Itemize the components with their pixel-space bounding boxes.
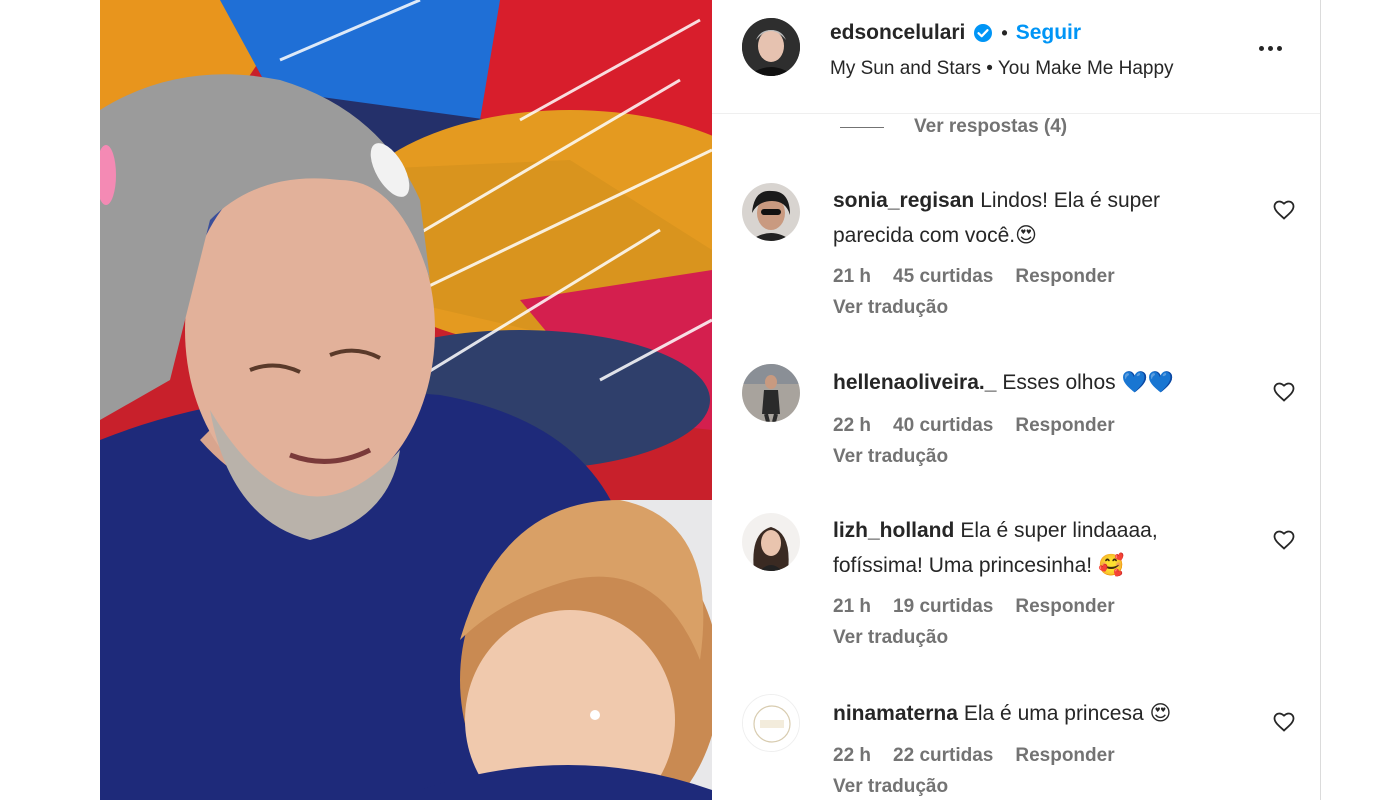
comment-username[interactable]: sonia_regisan [833,189,974,212]
like-heart-icon[interactable] [1272,528,1296,552]
comments-panel: edsoncelulari • Seguir My Sun and Stars … [712,0,1321,800]
comment-text: ninamaterna Ela é uma princesa 😍 [833,696,1223,731]
comment-likes[interactable]: 45 curtidas [893,266,993,288]
commenter-avatar[interactable] [742,183,800,241]
reply-button[interactable]: Responder [1015,415,1114,437]
comment-emoji: 😍 [1015,223,1037,247]
post-header: edsoncelulari • Seguir My Sun and Stars … [712,0,1320,114]
separator-dot: • [1001,22,1008,43]
view-replies-label: Ver respostas (4) [914,116,1068,137]
comment-emoji: 🥰 [1097,553,1125,577]
replies-divider [840,126,884,128]
comment-emoji: 💙💙 [1121,370,1174,394]
like-heart-icon[interactable] [1272,198,1296,222]
see-translation-button[interactable]: Ver tradução [833,776,948,798]
comment-time[interactable]: 21 h [833,266,871,288]
comment-text: lizh_holland Ela é super lindaaaa, fofíss… [833,514,1223,583]
comment-body: Ela é uma princesa [963,702,1144,725]
reply-button[interactable]: Responder [1015,596,1114,618]
like-heart-icon[interactable] [1272,380,1296,404]
post-photo [100,0,712,800]
reply-button[interactable]: Responder [1015,266,1114,288]
comment-emoji: 😍 [1149,701,1172,725]
comment-text: sonia_regisan Lindos! Ela é super parecid… [833,184,1223,253]
comment-time[interactable]: 21 h [833,596,871,618]
comment-meta: 21 h 45 curtidas Responder [833,266,1115,288]
follow-button[interactable]: Seguir [1016,21,1081,45]
view-replies-button[interactable]: Ver respostas (4) [840,116,1067,138]
comment-username[interactable]: hellenaoliveira._ [833,371,996,394]
commenter-avatar[interactable] [742,513,800,571]
comment-body: Esses olhos [1002,371,1116,394]
like-heart-icon[interactable] [1272,710,1296,734]
author-username[interactable]: edsoncelulari [830,21,965,45]
comment-meta: 22 h 40 curtidas Responder [833,415,1115,437]
comment-likes[interactable]: 40 curtidas [893,415,993,437]
comment-username[interactable]: ninamaterna [833,702,958,725]
comment-likes[interactable]: 19 curtidas [893,596,993,618]
see-translation-button[interactable]: Ver tradução [833,627,948,649]
verified-badge-icon [974,24,993,42]
comment-meta: 22 h 22 curtidas Responder [833,745,1115,767]
comment-meta: 21 h 19 curtidas Responder [833,596,1115,618]
commenter-avatar[interactable] [742,364,800,422]
see-translation-button[interactable]: Ver tradução [833,297,948,319]
reply-button[interactable]: Responder [1015,745,1114,767]
see-translation-button[interactable]: Ver tradução [833,446,948,468]
post-media[interactable] [100,0,712,800]
more-options-icon[interactable] [1252,36,1288,60]
commenter-avatar[interactable] [742,694,800,752]
comment-text: hellenaoliveira._ Esses olhos 💙💙 [833,365,1223,400]
comment-likes[interactable]: 22 curtidas [893,745,993,767]
audio-track[interactable]: My Sun and Stars • You Make Me Happy [830,58,1174,80]
comment-time[interactable]: 22 h [833,745,871,767]
author-avatar[interactable] [742,18,800,76]
comment-username[interactable]: lizh_holland [833,519,954,542]
comment-time[interactable]: 22 h [833,415,871,437]
author-line: edsoncelulari • Seguir [830,21,1081,45]
